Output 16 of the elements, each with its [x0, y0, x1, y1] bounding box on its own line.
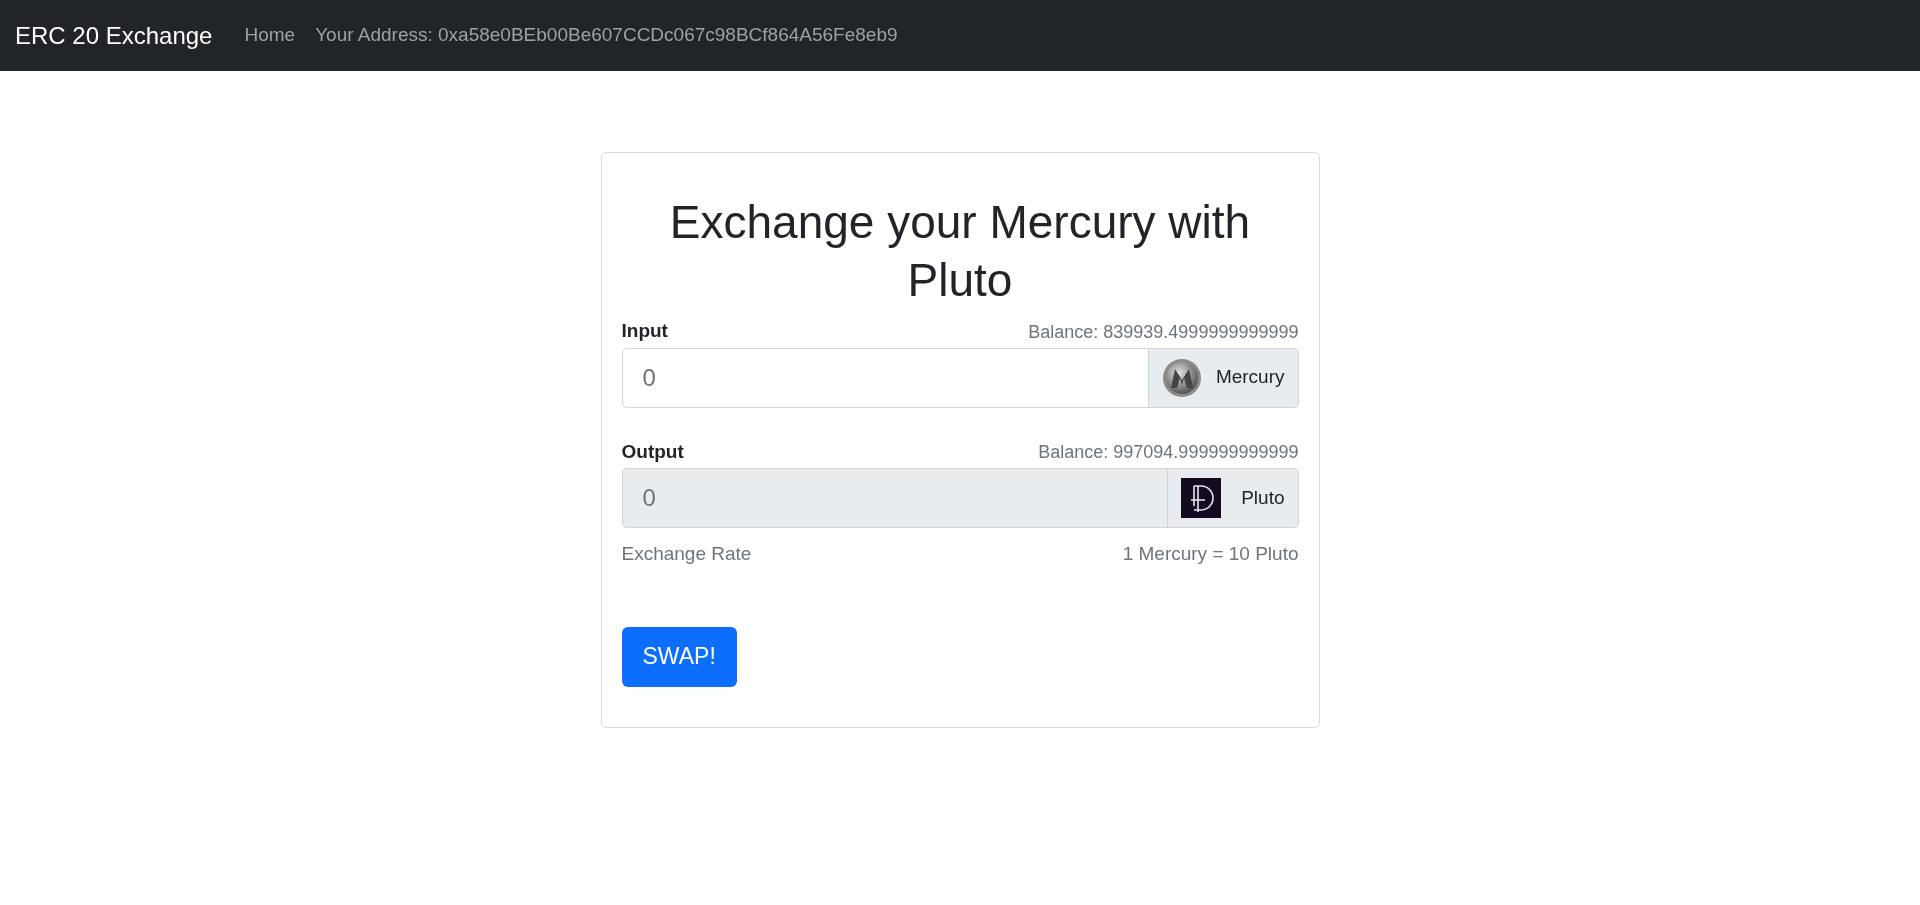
balance-text: Balance: 997094.999999999999	[1038, 441, 1299, 464]
nav-link[interactable]: Home	[244, 21, 296, 50]
swap-button[interactable]: SWAP!	[621, 626, 737, 687]
amount-field[interactable]: 0	[621, 347, 1149, 408]
token-name: Pluto	[1240, 485, 1285, 510]
nav-link[interactable]: Your Address: 0xa58e0BEb00Be607CCDc067c98BCf864A56Fe8eb9	[315, 21, 898, 50]
coin-icon	[1161, 357, 1202, 398]
rate-value: 1 Mercury = 10 Pluto	[1122, 542, 1299, 566]
card-title: Exchange your Mercury with Pluto	[668, 195, 1252, 308]
brand-link[interactable]: ERC 20 Exchange	[15, 17, 213, 54]
balance-text: Balance: 839939.4999999999999	[1028, 320, 1299, 344]
field-label: Output	[621, 439, 684, 464]
token-name: Mercury	[1215, 365, 1285, 390]
rate-label: Exchange Rate	[621, 542, 752, 566]
field-label: Input	[621, 319, 668, 343]
token-logo-icon	[1181, 478, 1222, 518]
